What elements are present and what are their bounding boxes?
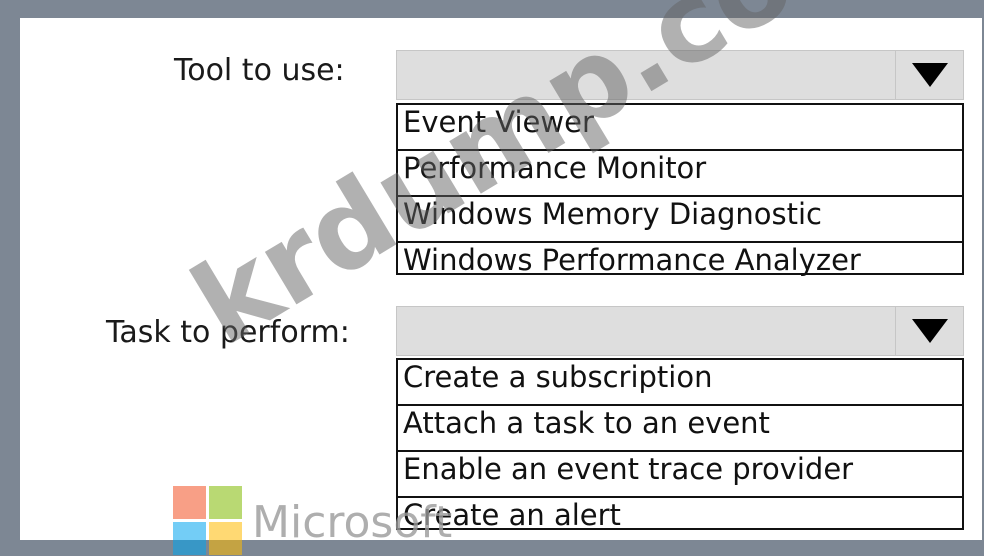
tool-dropdown[interactable] — [396, 50, 964, 100]
tool-option-windows-memory-diagnostic[interactable]: Windows Memory Diagnostic — [398, 197, 962, 243]
tool-option-event-viewer[interactable]: Event Viewer — [398, 105, 962, 151]
triangle-down-icon — [911, 63, 948, 87]
tool-option-performance-monitor[interactable]: Performance Monitor — [398, 151, 962, 197]
task-option-create-subscription[interactable]: Create a subscription — [398, 360, 962, 406]
task-dropdown[interactable] — [396, 306, 964, 356]
triangle-down-icon — [911, 319, 948, 343]
task-dropdown-arrow[interactable] — [895, 307, 963, 355]
task-label: Task to perform: — [106, 315, 350, 350]
task-option-attach-task[interactable]: Attach a task to an event — [398, 406, 962, 452]
microsoft-wordmark: Microsoft — [252, 497, 453, 548]
tool-option-windows-performance-analyzer[interactable]: Windows Performance Analyzer — [398, 243, 962, 289]
microsoft-logo-icon — [173, 486, 243, 556]
tool-label: Tool to use: — [174, 53, 345, 88]
task-option-create-alert[interactable]: Create an alert — [398, 498, 962, 544]
tool-dropdown-arrow[interactable] — [895, 51, 963, 99]
task-option-enable-trace-provider[interactable]: Enable an event trace provider — [398, 452, 962, 498]
tool-options-list: Event Viewer Performance Monitor Windows… — [396, 103, 964, 277]
task-options-list: Create a subscription Attach a task to a… — [396, 358, 964, 532]
